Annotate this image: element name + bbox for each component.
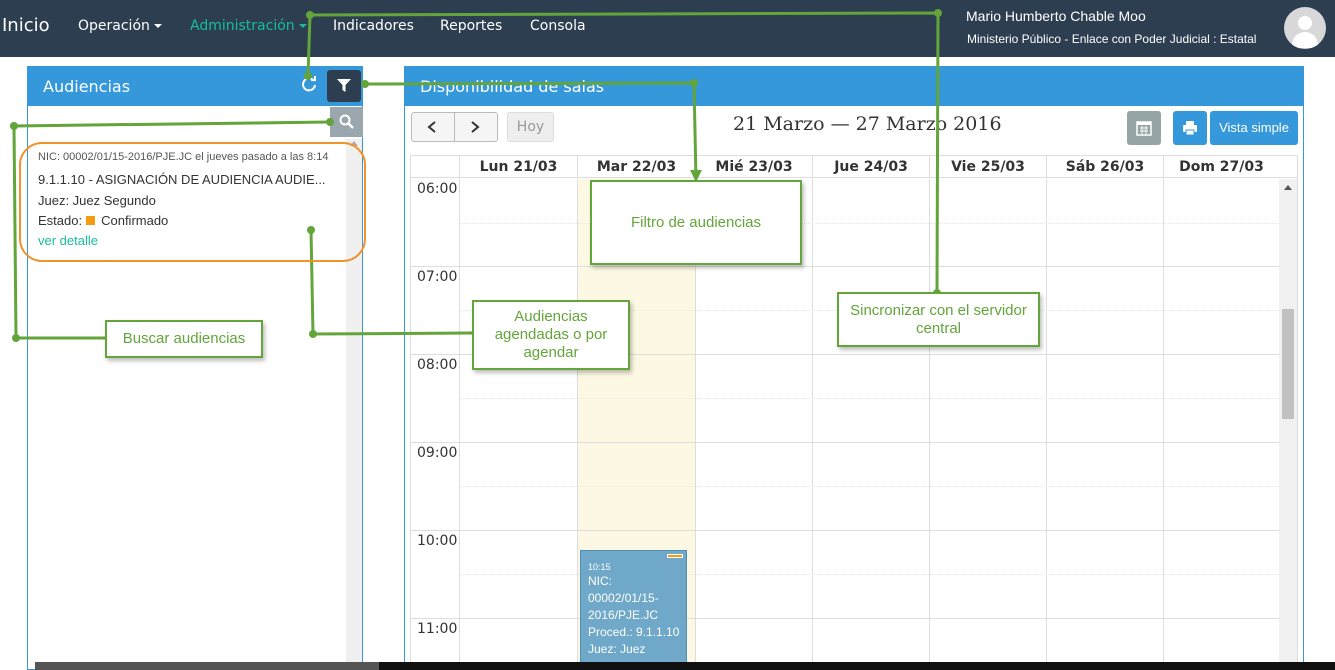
hour-label: 07:00 (417, 269, 458, 285)
nav-reportes[interactable]: Reportes (440, 18, 502, 34)
card-status: Estado: Confirmado (38, 213, 168, 228)
event-line: Juez: Juez (588, 642, 646, 656)
nav-operacion-label: Operación (78, 18, 150, 34)
calendar-header: Lun 21/03 Mar 22/03 Mié 23/03 Jue 24/03 … (411, 156, 1297, 178)
panel-title: Disponibilidad de salas (420, 77, 605, 96)
hour-label: 06:00 (417, 181, 458, 197)
annotation-scheduled: Audiencias agendadas o por agendar (472, 300, 630, 370)
list-scrollbar[interactable] (346, 139, 362, 669)
user-organization: Ministerio Público - Enlace con Poder Ju… (967, 32, 1257, 46)
search-button[interactable] (330, 107, 363, 137)
event-line: Proced.: 9.1.1.10 (588, 625, 680, 639)
room-availability-header: Disponibilidad de salas (405, 67, 1303, 106)
card-title: 9.1.1.10 - ASIGNACIÓN DE AUDIENCIA AUDIE… (38, 172, 326, 187)
chevron-left-icon (427, 121, 436, 133)
nav-indicadores[interactable]: Indicadores (333, 18, 414, 34)
user-avatar-icon[interactable] (1284, 7, 1326, 49)
hearings-panel-header: Audiencias (28, 67, 362, 106)
hour-label: 09:00 (417, 445, 458, 461)
annotation-filter: Filtro de audiencias (590, 180, 802, 265)
chevron-right-icon (471, 121, 480, 133)
event-line: 2016/PJE.JC (588, 608, 659, 622)
prev-week-button[interactable] (411, 112, 455, 142)
view-detail-link[interactable]: ver detalle (38, 233, 98, 248)
filter-button[interactable] (327, 70, 361, 102)
calendar-icon (1136, 121, 1152, 136)
refresh-icon[interactable] (300, 76, 318, 94)
nav-administracion[interactable]: Administración (190, 18, 307, 34)
simple-view-button[interactable]: Vista simple (1210, 111, 1298, 145)
hearing-card[interactable]: NIC: 00002/01/15-2016/PJE.JC el jueves p… (34, 147, 334, 248)
status-label: Estado: (38, 213, 83, 228)
card-judge: Juez: Juez Segundo (38, 193, 156, 208)
calendar-event[interactable]: 10:15 NIC: 00002/01/15- 2016/PJE.JC Proc… (580, 550, 687, 670)
chevron-down-icon (298, 24, 307, 28)
nav-administracion-label: Administración (190, 18, 295, 34)
user-name[interactable]: Mario Humberto Chable Moo (966, 8, 1146, 24)
event-time: 10:15 (588, 562, 611, 572)
calendar-scrollbar[interactable] (1279, 179, 1297, 670)
event-status-flag (667, 554, 683, 558)
status-value: Confirmado (101, 213, 169, 228)
status-badge (86, 216, 96, 225)
day-header: Dom 27/03 (1163, 156, 1279, 178)
annotation-search: Buscar audiencias (105, 320, 263, 358)
day-header: Mar 22/03 (577, 156, 695, 178)
next-week-button[interactable] (454, 112, 498, 142)
chevron-down-icon (153, 24, 162, 28)
hearings-panel: Audiencias NIC: 00002/01/15-2016/PJE.JC … (27, 66, 363, 670)
filter-icon (337, 79, 351, 92)
annotation-sync: Sincronizar con el servidor central (837, 292, 1040, 347)
panel-title: Audiencias (43, 77, 131, 96)
print-button[interactable] (1173, 111, 1207, 145)
search-input[interactable] (28, 107, 330, 137)
week-calendar: Lun 21/03 Mar 22/03 Mié 23/03 Jue 24/03 … (410, 155, 1298, 670)
event-line: NIC: (588, 574, 612, 588)
hour-label: 11:00 (417, 621, 458, 637)
nav-operacion[interactable]: Operación (78, 18, 162, 34)
day-header: Jue 24/03 (812, 156, 929, 178)
day-header: Mié 23/03 (695, 156, 812, 178)
hour-label: 10:00 (417, 533, 458, 549)
today-button[interactable]: Hoy (507, 112, 554, 142)
hour-label: 08:00 (417, 357, 458, 373)
card-nic: NIC: 00002/01/15-2016/PJE.JC el jueves p… (38, 151, 329, 163)
day-header: Lun 21/03 (459, 156, 577, 178)
home-link[interactable]: Inicio (2, 15, 50, 36)
calendar-grid[interactable]: 06:00 07:00 08:00 09:00 10:00 11:00 10:1… (411, 179, 1279, 670)
print-icon (1183, 121, 1197, 136)
event-line: 00002/01/15- (588, 591, 659, 605)
search-icon (339, 114, 354, 129)
nav-consola[interactable]: Consola (530, 18, 586, 34)
day-header: Sáb 26/03 (1046, 156, 1163, 178)
top-navbar: Inicio Operación Administración Indicado… (0, 0, 1335, 57)
horizontal-scrollbar[interactable] (35, 662, 1335, 670)
calendar-view-button[interactable] (1127, 111, 1161, 145)
date-range-title: 21 Marzo — 27 Marzo 2016 (733, 113, 1002, 135)
day-header: Vie 25/03 (929, 156, 1046, 178)
